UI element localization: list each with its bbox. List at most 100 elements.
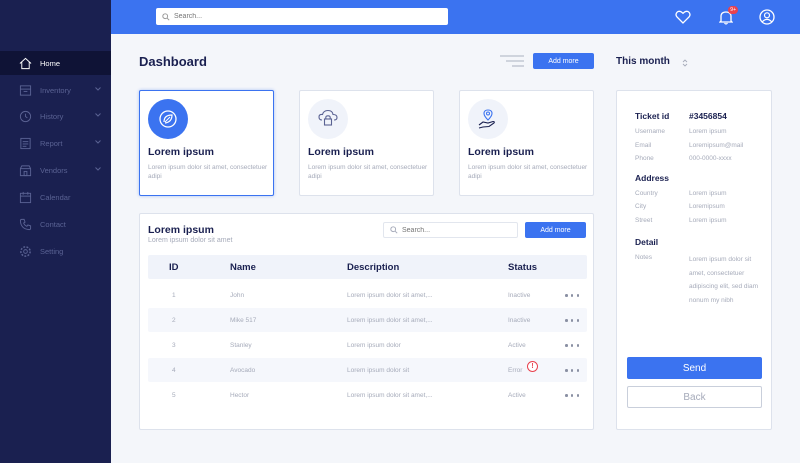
sidebar-item-label: Setting (40, 246, 64, 256)
cell-name: John (230, 292, 245, 299)
filter-icon[interactable] (500, 54, 526, 70)
ticket-label: Ticket id (635, 111, 670, 121)
field-value: Loremipsum@mail (689, 142, 744, 149)
field-label: Phone (635, 155, 654, 162)
sidebar-item-label: Calendar (40, 192, 71, 202)
field-value: 000-0000-xxxx (689, 155, 732, 162)
card-icon-circle (148, 99, 188, 139)
table-row[interactable]: 2 Mike 517 Lorem ipsum dolor sit amet,..… (148, 308, 587, 332)
field-value: Lorem ipsum (689, 217, 727, 224)
cell-description: Lorem ipsum dolor (347, 342, 401, 349)
calendar-icon (18, 190, 32, 204)
chevron-down-icon (95, 87, 101, 91)
card-title: Lorem ipsum (308, 146, 374, 158)
search-input[interactable] (174, 13, 434, 20)
user-circle-icon (759, 9, 775, 25)
period-select[interactable]: This month (616, 56, 670, 67)
report-icon (18, 136, 32, 150)
records-panel: Lorem ipsum Lorem ipsum dolor sit amet A… (139, 213, 594, 430)
sidebar-item-label: History (40, 111, 64, 121)
cell-id: 2 (172, 317, 176, 324)
sidebar-item-calendar[interactable]: Calendar (0, 185, 111, 209)
history-icon (18, 109, 32, 123)
home-icon (18, 56, 32, 70)
favorites-button[interactable] (674, 8, 692, 26)
back-button[interactable]: Back (627, 386, 762, 408)
row-more-icon[interactable] (565, 344, 579, 348)
inventory-icon (18, 83, 32, 97)
sidebar-item-setting[interactable]: Setting (0, 239, 111, 263)
row-more-icon[interactable] (565, 369, 579, 373)
sidebar-item-report[interactable]: Report (0, 131, 111, 155)
sidebar-item-label: Contact (40, 219, 66, 229)
column-header-id[interactable]: ID (169, 262, 179, 273)
cell-status: Active (508, 342, 526, 349)
sidebar-item-vendors[interactable]: Vendors (0, 158, 111, 182)
summary-card[interactable]: Lorem ipsum Lorem ipsum dolor sit amet, … (139, 90, 274, 196)
sidebar-item-home[interactable]: Home (0, 51, 111, 75)
cell-id: 4 (172, 367, 176, 374)
table-add-more-button[interactable]: Add more (525, 222, 586, 238)
leaf-globe-icon (159, 110, 177, 128)
card-title: Lorem ipsum (148, 146, 214, 158)
sidebar-item-label: Inventory (40, 85, 71, 95)
sort-chevron-icon[interactable] (681, 58, 689, 68)
sidebar-item-label: Report (40, 138, 63, 148)
column-header-description[interactable]: Description (347, 262, 399, 273)
cell-status: Inactive (508, 292, 531, 299)
send-button[interactable]: Send (627, 357, 762, 379)
detail-heading: Detail (635, 237, 659, 247)
sidebar-item-inventory[interactable]: Inventory (0, 78, 111, 102)
notes-label: Notes (635, 254, 652, 261)
heart-icon (675, 10, 691, 24)
error-icon: ! (527, 361, 538, 372)
field-label: Username (635, 128, 665, 135)
table-search-box[interactable] (383, 222, 518, 238)
address-heading: Address (635, 173, 670, 183)
sidebar-item-contact[interactable]: Contact (0, 212, 111, 236)
profile-button[interactable] (758, 8, 776, 26)
summary-card[interactable]: Lorem ipsum Lorem ipsum dolor sit amet, … (459, 90, 594, 196)
row-more-icon[interactable] (565, 394, 579, 398)
summary-card[interactable]: Lorem ipsum Lorem ipsum dolor sit amet, … (299, 90, 434, 196)
table-row[interactable]: 3 Stanley Lorem ipsum dolor Active (148, 333, 587, 357)
card-title: Lorem ipsum (468, 146, 534, 158)
cloud-lock-icon (318, 109, 338, 126)
cell-description: Lorem ipsum dolor sit (347, 367, 410, 374)
page-title: Dashboard (139, 54, 207, 69)
field-value: Loremipsum (689, 203, 725, 210)
vendors-icon (18, 163, 32, 177)
card-description: Lorem ipsum dolor sit amet, consectetuer… (148, 164, 268, 180)
table-row[interactable]: 4 Avocado Lorem ipsum dolor sit Error ! (148, 358, 587, 382)
notes-value: Lorem ipsum dolor sit amet, consectetuer… (689, 256, 759, 304)
gear-icon (18, 244, 32, 258)
cell-description: Lorem ipsum dolor sit amet,... (347, 392, 433, 399)
row-more-icon[interactable] (565, 294, 579, 298)
panel-title: Lorem ipsum (148, 224, 214, 236)
table-search-input[interactable] (402, 226, 512, 234)
search-icon (390, 226, 398, 234)
column-header-status[interactable]: Status (508, 262, 537, 273)
ticket-detail-panel: Ticket id #3456854 Username Lorem ipsum … (616, 90, 772, 430)
card-description: Lorem ipsum dolor sit amet, consectetuer… (468, 164, 588, 180)
table-row[interactable]: 5 Hector Lorem ipsum dolor sit amet,... … (148, 383, 587, 407)
table-row[interactable]: 1 John Lorem ipsum dolor sit amet,... In… (148, 283, 587, 307)
field-label: Email (635, 142, 652, 149)
row-more-icon[interactable] (565, 319, 579, 323)
cell-status: Error (508, 367, 523, 374)
top-bar: 9+ (111, 0, 800, 34)
card-icon-circle (468, 99, 508, 139)
cell-name: Stanley (230, 342, 252, 349)
field-label: Street (635, 217, 653, 224)
search-icon (162, 12, 170, 21)
sidebar-item-label: Home (40, 58, 61, 68)
search-box[interactable] (156, 8, 448, 25)
hand-location-icon (478, 109, 495, 129)
column-header-name[interactable]: Name (230, 262, 256, 273)
sidebar-item-history[interactable]: History (0, 104, 111, 128)
sidebar-item-label: Vendors (40, 165, 68, 175)
notifications-button[interactable]: 9+ (717, 6, 738, 26)
add-more-button[interactable]: Add more (533, 53, 594, 69)
sidebar: Home Inventory History Report Vendors Ca… (0, 0, 111, 463)
chevron-down-icon (95, 113, 101, 117)
